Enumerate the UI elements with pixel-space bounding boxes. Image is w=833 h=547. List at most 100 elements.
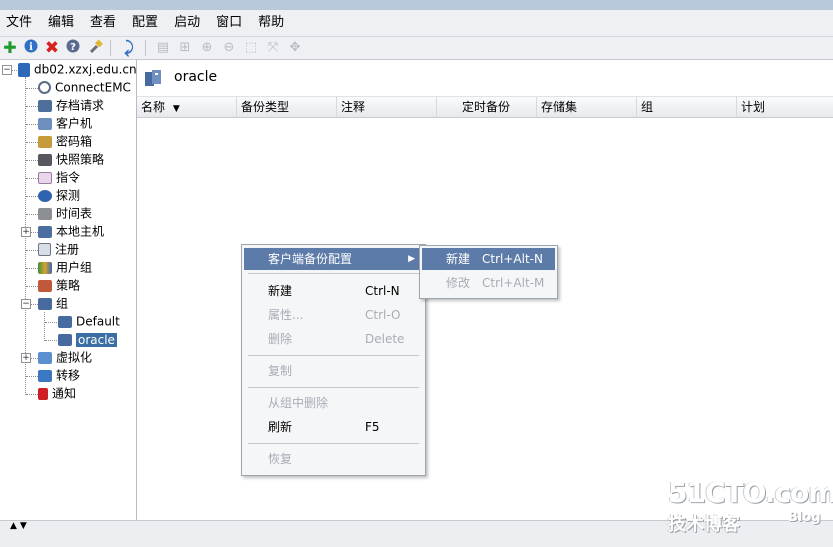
menu-file[interactable]: 文件 bbox=[0, 10, 42, 36]
column-label: 注释 bbox=[341, 100, 366, 114]
menu-edit[interactable]: 编辑 bbox=[42, 10, 84, 36]
column-label: 组 bbox=[641, 100, 654, 114]
menu-item-label: 客户端备份配置 bbox=[268, 252, 353, 266]
menu-item-refresh[interactable]: 刷新 F5 bbox=[244, 416, 423, 438]
menu-item-shortcut: Ctrl+Alt-M bbox=[482, 276, 545, 290]
zoom-out-icon[interactable]: ⊖ bbox=[220, 39, 238, 57]
tree-item-snapshot-policies[interactable]: 快照策略 bbox=[38, 150, 104, 168]
tree-item-lockbox[interactable]: 密码箱 bbox=[38, 132, 92, 150]
delete-icon[interactable]: ✖ bbox=[43, 39, 61, 57]
tree-item-archive-requests[interactable]: 存档请求 bbox=[38, 96, 104, 114]
server-icon bbox=[18, 62, 30, 77]
tree-item-localhost[interactable]: 本地主机 bbox=[38, 222, 104, 240]
menu-help[interactable]: 帮助 bbox=[252, 10, 294, 36]
tree-item-label-selected: oracle bbox=[76, 332, 117, 347]
submenu-arrow-icon: ▶ bbox=[408, 254, 415, 264]
tree-item-user-groups[interactable]: 用户组 bbox=[38, 258, 92, 276]
tree-view-icon[interactable]: ⊞ bbox=[176, 39, 194, 57]
expand-toggle[interactable]: + bbox=[21, 227, 31, 237]
tree-item-label: 通知 bbox=[52, 386, 77, 401]
menu-start[interactable]: 启动 bbox=[168, 10, 210, 36]
tree-item-group-oracle[interactable]: oracle bbox=[58, 330, 117, 348]
menu-item-shortcut: Ctrl-O bbox=[365, 308, 401, 322]
tree-item-connectemc[interactable]: ConnectEMC bbox=[38, 78, 131, 96]
collapse-toggle[interactable]: − bbox=[21, 299, 31, 309]
menu-item-delete[interactable]: 删除 Delete bbox=[244, 328, 423, 350]
column-header-schedule[interactable]: 计划 bbox=[737, 97, 833, 117]
probe-icon bbox=[38, 189, 52, 202]
split-arrows-icon[interactable]: ▲▼ bbox=[10, 521, 30, 531]
expand-toggle[interactable]: + bbox=[21, 353, 31, 363]
page-title: oracle bbox=[174, 69, 218, 85]
tree-item-label: 存档请求 bbox=[56, 98, 105, 113]
refresh-icon[interactable]: ⤸ bbox=[120, 39, 138, 57]
menu-item-label: 新建 bbox=[446, 252, 471, 266]
column-label: 计划 bbox=[741, 100, 766, 114]
column-header-group[interactable]: 组 bbox=[637, 97, 737, 117]
tree-connector bbox=[26, 178, 38, 179]
menu-item-remove-from-group[interactable]: 从组中删除 bbox=[244, 392, 423, 414]
group-icon bbox=[143, 67, 165, 89]
tree-connector bbox=[26, 250, 38, 251]
layout-icon[interactable]: ⤧ bbox=[264, 39, 282, 57]
tree-connector bbox=[26, 286, 38, 287]
svg-text:?: ? bbox=[70, 42, 76, 53]
tree-item-directives[interactable]: 指令 bbox=[38, 168, 80, 186]
menubar: 文件 编辑 查看 配置 启动 窗口 帮助 bbox=[0, 10, 833, 37]
tree-item-notifications[interactable]: 通知 bbox=[38, 384, 76, 402]
window-top-strip bbox=[0, 0, 833, 10]
tree-item-label: Default bbox=[76, 314, 120, 329]
group-icon bbox=[38, 297, 52, 310]
table-view-icon[interactable]: ▤ bbox=[154, 39, 172, 57]
wrench-icon[interactable] bbox=[87, 39, 105, 57]
tree-item-probes[interactable]: 探测 bbox=[38, 186, 80, 204]
submenu-item-new[interactable]: 新建 Ctrl+Alt-N bbox=[422, 248, 555, 270]
menu-item-copy[interactable]: 复制 bbox=[244, 360, 423, 382]
tree-item-migration[interactable]: 转移 bbox=[38, 366, 80, 384]
tree-item-label: 本地主机 bbox=[56, 224, 105, 239]
move-icon[interactable]: ✥ bbox=[286, 39, 304, 57]
menu-item-properties[interactable]: 属性... Ctrl-O bbox=[244, 304, 423, 326]
zoom-fit-icon[interactable]: ⬚ bbox=[242, 39, 260, 57]
menu-config[interactable]: 配置 bbox=[126, 10, 168, 36]
expand-toggle[interactable]: − bbox=[2, 65, 12, 75]
tree-item-label: 快照策略 bbox=[56, 152, 105, 167]
add-icon[interactable]: ✚ bbox=[1, 39, 19, 57]
column-header-comment[interactable]: 注释 bbox=[337, 97, 437, 117]
menu-item-client-backup-config[interactable]: 客户端备份配置 ▶ bbox=[244, 248, 423, 270]
column-header-scheduled-backup[interactable]: 定时备份 bbox=[437, 97, 537, 117]
directive-icon bbox=[38, 171, 52, 184]
menu-item-restore[interactable]: 恢复 bbox=[244, 448, 423, 470]
menu-view[interactable]: 查看 bbox=[84, 10, 126, 36]
submenu-item-modify[interactable]: 修改 Ctrl+Alt-M bbox=[422, 272, 555, 294]
column-label: 备份类型 bbox=[241, 100, 290, 114]
menu-item-label: 复制 bbox=[268, 364, 293, 378]
tree-item-group-default[interactable]: Default bbox=[58, 312, 120, 330]
help-icon[interactable]: ? bbox=[64, 39, 82, 57]
menu-item-shortcut: Ctrl-N bbox=[365, 284, 400, 298]
tree-connector bbox=[26, 376, 38, 377]
tree-item-registration[interactable]: 注册 bbox=[38, 240, 79, 258]
info-icon[interactable]: i bbox=[22, 39, 40, 57]
tree-item-policies[interactable]: 策略 bbox=[38, 276, 80, 294]
tree-item-clients[interactable]: 客户机 bbox=[38, 114, 92, 132]
tree-item-groups[interactable]: 组 bbox=[38, 294, 68, 312]
zoom-in-icon[interactable]: ⊕ bbox=[198, 39, 216, 57]
connect-icon bbox=[38, 81, 51, 94]
register-icon bbox=[38, 243, 51, 256]
menu-item-label: 从组中删除 bbox=[268, 396, 329, 410]
tree-root[interactable]: db02.xzxj.edu.cn bbox=[18, 60, 136, 78]
column-header-pool[interactable]: 存储集 bbox=[537, 97, 637, 117]
submenu: 新建 Ctrl+Alt-N 修改 Ctrl+Alt-M bbox=[419, 245, 558, 299]
menu-window[interactable]: 窗口 bbox=[210, 10, 252, 36]
tree-item-virtualization[interactable]: 虚拟化 bbox=[38, 348, 92, 366]
tree-item-schedules[interactable]: 时间表 bbox=[38, 204, 92, 222]
menu-item-new[interactable]: 新建 Ctrl-N bbox=[244, 280, 423, 302]
column-header-backup-type[interactable]: 备份类型 bbox=[237, 97, 337, 117]
column-header-name[interactable]: 名称 ▼ bbox=[137, 97, 237, 117]
tree-connector bbox=[26, 214, 38, 215]
menu-item-label: 刷新 bbox=[268, 420, 293, 434]
navigation-tree: − db02.xzxj.edu.cn ConnectEMC 存档请求 客户机 密… bbox=[0, 60, 137, 520]
context-menu: 客户端备份配置 ▶ 新建 Ctrl-N 属性... Ctrl-O 删除 Dele… bbox=[241, 244, 426, 476]
tree-connector bbox=[26, 196, 38, 197]
